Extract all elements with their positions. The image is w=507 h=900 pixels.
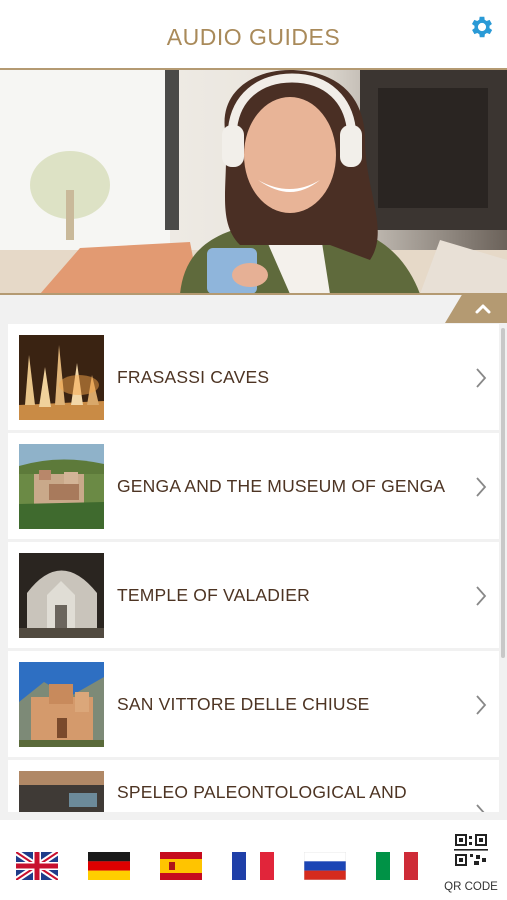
italy-flag-icon[interactable] (376, 852, 418, 880)
qr-code-icon (454, 834, 488, 866)
language-bar: QR CODE (0, 820, 507, 900)
village-thumbnail (19, 444, 104, 529)
list-item[interactable]: GENGA AND THE MUSEUM OF GENGA (8, 433, 499, 539)
qr-code-button[interactable]: QR CODE (443, 833, 499, 897)
list-item-label: TEMPLE OF VALADIER (117, 584, 310, 605)
hero-divider (0, 293, 507, 295)
list-item[interactable]: FRASASSI CAVES (8, 324, 499, 430)
gear-icon[interactable] (468, 13, 496, 41)
france-flag-icon[interactable] (232, 852, 274, 880)
cave-thumbnail (19, 335, 104, 420)
germany-flag-icon[interactable] (88, 852, 130, 880)
list-item[interactable]: SPELEO PALEONTOLOGICAL AND (8, 760, 499, 812)
list-item-label: SPELEO PALEONTOLOGICAL AND (117, 782, 407, 802)
spain-flag-icon[interactable] (160, 852, 202, 880)
app-header: AUDIO GUIDES (0, 0, 507, 70)
list-item[interactable]: TEMPLE OF VALADIER (8, 542, 499, 648)
guide-list: FRASASSI CAVES GENGA AND THE MUSEUM OF G… (8, 324, 499, 812)
chevron-right-icon (476, 368, 487, 388)
list-item-label: FRASASSI CAVES (117, 366, 270, 387)
list-item[interactable]: SAN VITTORE DELLE CHIUSE (8, 651, 499, 757)
chevron-right-icon (476, 804, 485, 812)
museum-thumbnail (19, 771, 104, 812)
temple-thumbnail (19, 553, 104, 638)
chevron-right-icon (476, 695, 487, 715)
chevron-right-icon (476, 586, 487, 606)
page-title: AUDIO GUIDES (166, 24, 341, 50)
list-scrollbar[interactable] (501, 328, 505, 658)
chevron-right-icon (476, 477, 487, 497)
qr-code-label: QR CODE (444, 881, 498, 893)
uk-flag-icon[interactable] (16, 852, 58, 880)
list-item-label: SAN VITTORE DELLE CHIUSE (117, 693, 370, 714)
chevron-up-icon[interactable] (445, 293, 507, 323)
russia-flag-icon[interactable] (304, 852, 346, 880)
abbey-thumbnail (19, 662, 104, 747)
hero-image (0, 70, 507, 294)
list-item-label: GENGA AND THE MUSEUM OF GENGA (117, 475, 446, 496)
